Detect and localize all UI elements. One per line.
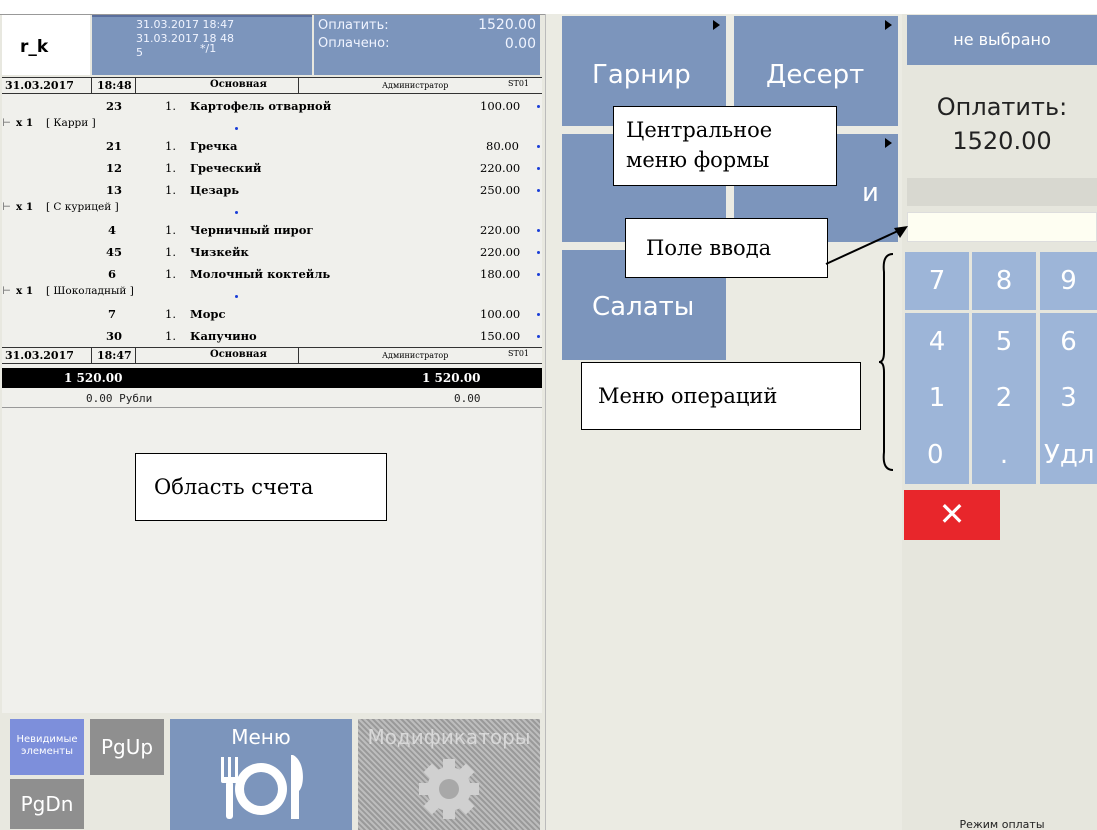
receipt-station: ST01	[508, 79, 529, 88]
receipt-modifier[interactable]: ⊢ x 1[ Карри ]	[2, 115, 542, 133]
to-pay-value: 1520.00	[478, 17, 536, 33]
key-4[interactable]: 4	[905, 313, 969, 371]
submenu-arrow-icon	[885, 20, 892, 30]
annotation-operations-menu: Меню операций	[581, 362, 861, 430]
table-number: */1	[200, 42, 217, 55]
submenu-arrow-icon	[713, 20, 720, 30]
key-0[interactable]: 0	[905, 426, 969, 484]
arrow-icon	[825, 226, 908, 265]
paid-currency: 0.00 Рубли	[86, 392, 153, 405]
bracket-icon	[878, 253, 894, 471]
pay-amount: 1520.00	[952, 127, 1052, 155]
gear-icon	[419, 759, 479, 819]
pay-label: Оплатить:	[936, 93, 1068, 121]
paid-label: Оплачено:	[318, 36, 390, 51]
to-pay-label: Оплатить:	[318, 18, 389, 33]
receipt-modifier[interactable]: ⊢ x 1[ Шоколадный ]	[2, 283, 542, 301]
app-logo: r_k	[2, 15, 90, 75]
payment-type-selector[interactable]: не выбрано	[907, 15, 1097, 65]
payment-mode-label: Режим оплаты	[959, 818, 1045, 830]
annotation-bill-area: Область счета	[135, 453, 387, 521]
paid-value: 0.00	[504, 36, 536, 52]
annotation-input-field: Поле ввода	[625, 218, 828, 278]
menu-button[interactable]: Меню	[170, 719, 352, 830]
key-7[interactable]: 7	[905, 252, 969, 310]
modifiers-button-label: Модификаторы	[367, 725, 531, 749]
receipt-item[interactable]: 21 1. Гречка 80.00	[2, 137, 542, 155]
key-3[interactable]: 3	[1040, 369, 1097, 427]
receipt-item[interactable]: 45 1. Чизкейк 220.00	[2, 243, 542, 261]
receipt-item[interactable]: 12 1. Греческий 220.00	[2, 159, 542, 177]
key-6[interactable]: 6	[1040, 313, 1097, 371]
status-strip	[907, 178, 1097, 206]
receipt-footer-header: 31.03.2017 18:47 Основная Администратор …	[2, 347, 542, 364]
key-delete[interactable]: Удл	[1040, 426, 1097, 484]
guest-count: 5	[136, 46, 143, 59]
order-info-panel: 31.03.2017 18:47 31.03.2017 18 48 5 */1	[92, 15, 312, 75]
total-bar: 1 520.00 1 520.00	[2, 368, 542, 388]
paid-row: 0.00 Рубли 0.00	[2, 390, 542, 408]
total-left: 1 520.00	[64, 371, 123, 385]
receipt-item[interactable]: 7 1. Морс 100.00	[2, 305, 542, 323]
receipt-header: 31.03.2017 18:48 Основная Администратор …	[2, 77, 542, 94]
receipt-menu: Основная	[210, 79, 267, 90]
total-right: 1 520.00	[422, 371, 481, 385]
key-1[interactable]: 1	[905, 369, 969, 427]
receipt-user: Администратор	[382, 81, 449, 90]
payment-summary: Оплатить: 1520.00 Оплачено: 0.00	[314, 15, 540, 75]
invisible-elements-button[interactable]: Невидимые элементы	[10, 719, 84, 775]
receipt-modifier[interactable]: ⊢ x 1[ С курицей ]	[2, 199, 542, 217]
page-down-button[interactable]: PgDn	[10, 779, 84, 829]
menu-button-label: Меню	[231, 725, 291, 749]
cancel-button[interactable]: ✕	[904, 490, 1000, 540]
printed-time: 31.03.2017 18 48	[136, 32, 234, 45]
key-2[interactable]: 2	[972, 369, 1036, 427]
annotation-center-menu: Центральное меню формы	[613, 106, 837, 186]
receipt-item[interactable]: 13 1. Цезарь 250.00	[2, 181, 542, 199]
input-field[interactable]	[907, 212, 1097, 242]
receipt-item[interactable]: 4 1. Черничный пирог 220.00	[2, 221, 542, 239]
key-8[interactable]: 8	[972, 252, 1036, 310]
modifiers-button: Модификаторы	[358, 719, 540, 830]
submenu-arrow-icon	[885, 138, 892, 148]
key-dot[interactable]: .	[972, 426, 1036, 484]
page-up-button[interactable]: PgUp	[90, 719, 164, 775]
key-9[interactable]: 9	[1040, 252, 1097, 310]
paid-amount: 0.00	[454, 392, 481, 405]
app-name: r_k	[20, 37, 49, 57]
receipt-item[interactable]: 30 1. Капучино 150.00	[2, 327, 542, 345]
receipt-item[interactable]: 23 1. Картофель отварной 100.00	[2, 97, 542, 115]
receipt-date: 31.03.2017	[5, 79, 74, 92]
plate-cutlery-icon	[221, 755, 303, 819]
receipt-item[interactable]: 6 1. Молочный коктейль 180.00	[2, 265, 542, 283]
receipt-time: 18:48	[97, 79, 132, 92]
opened-time: 31.03.2017 18:47	[136, 18, 235, 31]
key-5[interactable]: 5	[972, 313, 1036, 371]
